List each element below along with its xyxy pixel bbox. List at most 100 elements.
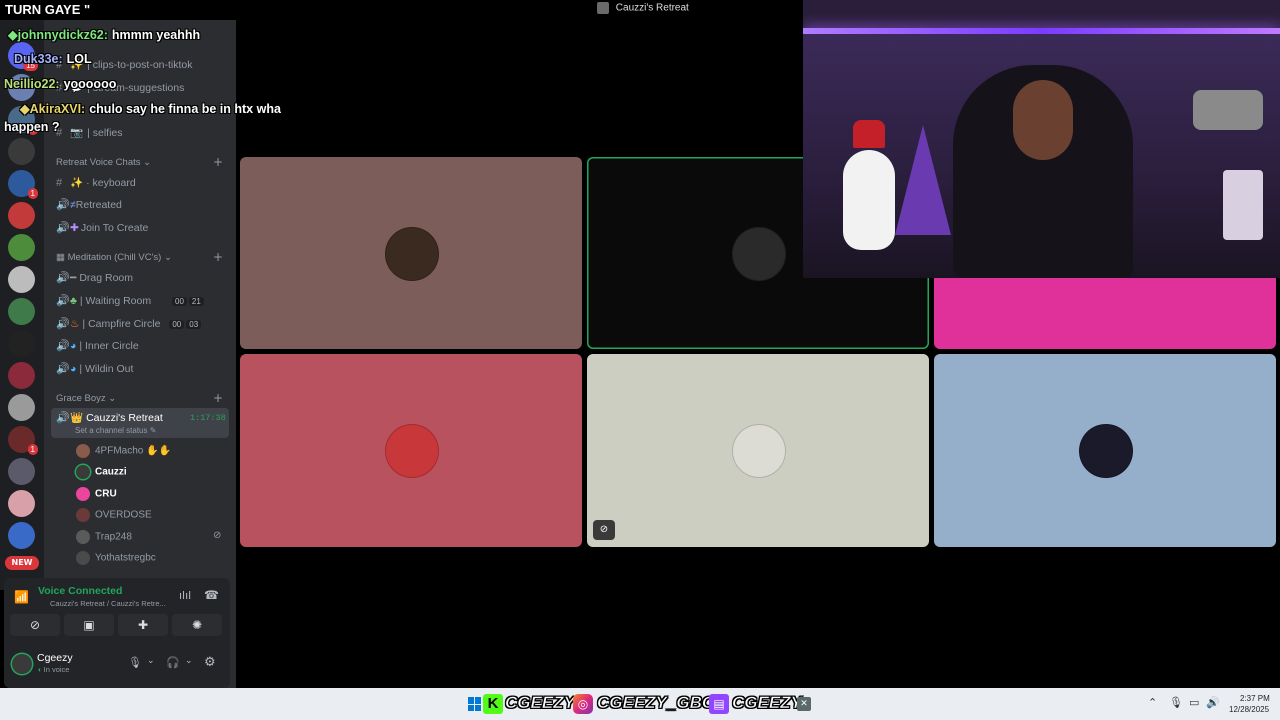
camera-button[interactable]: ⊘ bbox=[10, 614, 60, 636]
channel-status[interactable]: Set a channel status ✎ bbox=[75, 426, 156, 435]
server-icon[interactable] bbox=[8, 298, 35, 325]
channel-keyboard[interactable]: # ✨ · keyboard bbox=[56, 176, 136, 189]
new-badge[interactable]: NEW bbox=[5, 556, 39, 570]
channel-retreated[interactable]: 🔊≠Retreated bbox=[56, 198, 122, 211]
badge-icon: ◆ bbox=[20, 102, 30, 116]
snowman bbox=[843, 150, 895, 250]
participant-avatar bbox=[1079, 424, 1133, 478]
snowman-hat bbox=[853, 120, 885, 148]
server-icon[interactable] bbox=[8, 202, 35, 229]
chat-message: ◆AkiraXVI: chulo say he finna be in htx w… bbox=[20, 102, 281, 116]
chevron-down-icon[interactable]: ⌄ bbox=[185, 656, 193, 666]
category-meditation[interactable]: ▦ Meditation (Chill VC's) ⌄ bbox=[56, 252, 172, 263]
chat-message-continued: happen ? bbox=[4, 120, 60, 134]
server-icon[interactable] bbox=[8, 394, 35, 421]
avatar bbox=[76, 551, 90, 565]
channel-join-to-create[interactable]: 🔊✚ Join To Create bbox=[56, 221, 148, 234]
window-title-bar: Cauzzi's Retreat bbox=[597, 2, 689, 14]
channel-item[interactable]: # 📷 | selfies bbox=[56, 126, 123, 139]
disconnect-icon[interactable]: ☎ bbox=[204, 588, 219, 602]
server-icon[interactable] bbox=[8, 266, 35, 293]
server-icon bbox=[597, 2, 609, 14]
user-limit: 03 bbox=[186, 320, 202, 329]
crown-icon: 👑 bbox=[70, 412, 84, 424]
voice-member[interactable]: CRU bbox=[76, 487, 117, 501]
voice-member[interactable]: Cauzzi bbox=[76, 465, 127, 479]
muted-icon: ⊘ bbox=[593, 520, 615, 540]
microphone-icon[interactable]: 🎙 bbox=[128, 656, 142, 669]
headphones-icon[interactable]: 🎧 bbox=[166, 656, 180, 669]
twitch-handle: CGEEZY bbox=[732, 693, 803, 713]
user-status: ◖ In voice bbox=[37, 665, 70, 674]
voice-member[interactable]: Trap248 bbox=[76, 530, 132, 544]
add-channel-icon[interactable]: + bbox=[213, 391, 223, 405]
mention-badge: 1 bbox=[27, 188, 38, 199]
category-retreat[interactable]: Retreat Voice Chats ⌄ bbox=[56, 157, 151, 168]
server-icon[interactable] bbox=[8, 362, 35, 389]
speaker-icon: 🔊 bbox=[56, 295, 70, 307]
dash-icon: ━ bbox=[70, 272, 77, 284]
server-icon[interactable] bbox=[8, 490, 35, 517]
server-icon[interactable] bbox=[8, 138, 35, 165]
server-icon[interactable] bbox=[8, 330, 35, 357]
noise-suppression-icon[interactable]: ılıl bbox=[179, 589, 191, 602]
soundboard-button[interactable]: ✺ bbox=[172, 614, 222, 636]
server-icon[interactable] bbox=[8, 234, 35, 261]
voice-member[interactable]: 4PFMacho ✋✋ bbox=[76, 444, 171, 458]
screenshare-button[interactable]: ▣ bbox=[64, 614, 114, 636]
channel-wildin-out[interactable]: 🔊◕ | Wildin Out bbox=[56, 362, 133, 375]
speaker-icon: 🔊 bbox=[56, 340, 70, 352]
server-icon[interactable] bbox=[8, 458, 35, 485]
kick-icon: K bbox=[483, 694, 503, 714]
participant-tile[interactable] bbox=[934, 354, 1276, 547]
participant-avatar bbox=[385, 227, 439, 281]
server-icon[interactable] bbox=[8, 522, 35, 549]
microphone-arm bbox=[1193, 90, 1263, 130]
server-icon[interactable]: 1 bbox=[8, 426, 38, 455]
add-channel-icon[interactable]: + bbox=[213, 155, 223, 169]
voice-member[interactable]: OVERDOSE bbox=[76, 508, 152, 522]
person-icon: ♣ bbox=[70, 295, 77, 307]
channel-waiting-room[interactable]: 🔊♣ | Waiting Room 00 21 bbox=[56, 294, 204, 307]
activities-button[interactable]: ✚ bbox=[118, 614, 168, 636]
category-grace[interactable]: Grace Boyz ⌄ bbox=[56, 393, 116, 404]
participant-tile[interactable] bbox=[240, 354, 582, 547]
fire-icon: ♨ bbox=[70, 318, 80, 330]
add-channel-icon[interactable]: + bbox=[213, 250, 223, 264]
channel-inner-circle[interactable]: 🔊◕ | Inner Circle bbox=[56, 339, 139, 352]
settings-gear-icon[interactable]: ⚙ bbox=[204, 655, 216, 670]
voice-location[interactable]: Cauzzi's Retreat / Cauzzi's Retre... bbox=[50, 599, 166, 608]
speaker-icon: 🔊 bbox=[56, 272, 70, 284]
chat-message: Neillio22: yoooooo bbox=[4, 77, 117, 91]
active-channel-name: 🔊👑 Cauzzi's Retreat bbox=[56, 412, 163, 424]
christmas-tree bbox=[895, 125, 951, 235]
user-avatar[interactable] bbox=[12, 654, 32, 674]
chevron-down-icon: ⌄ bbox=[108, 393, 117, 404]
windows-start-icon[interactable] bbox=[468, 697, 482, 711]
voice-status[interactable]: Voice Connected bbox=[38, 585, 122, 597]
twitch-icon: ▤ bbox=[709, 694, 729, 714]
user-name: Cgeezy bbox=[37, 652, 73, 664]
network-icon[interactable]: ▭ bbox=[1189, 696, 1199, 709]
microphone-tray-icon[interactable]: 🎙 bbox=[1169, 696, 1183, 709]
participant-tile[interactable]: ⊘ bbox=[587, 354, 929, 547]
speaker-icon: 🔊 bbox=[56, 363, 70, 375]
server-icon[interactable]: 1 bbox=[8, 170, 38, 199]
wave-icon: ◕ bbox=[70, 340, 77, 352]
wave-icon: ◕ bbox=[70, 363, 77, 375]
app-icon[interactable]: ✕ bbox=[797, 697, 811, 711]
voice-member[interactable]: Yothatstregbc bbox=[76, 551, 156, 565]
user-limit: 21 bbox=[188, 297, 204, 306]
clock-date[interactable]: 12/28/2025 bbox=[1229, 705, 1269, 714]
channel-campfire-circle[interactable]: 🔊♨ | Campfire Circle 00 03 bbox=[56, 317, 202, 330]
signal-icon: 📶 bbox=[14, 590, 29, 604]
streamer-face bbox=[1013, 80, 1073, 160]
clock-time[interactable]: 2:37 PM bbox=[1240, 694, 1270, 703]
participant-tile[interactable] bbox=[240, 157, 582, 349]
chevron-down-icon[interactable]: ⌄ bbox=[147, 656, 155, 666]
chevron-up-icon[interactable]: ⌃ bbox=[1148, 696, 1157, 709]
chat-message: Duk33e: LOL bbox=[14, 52, 92, 66]
participant-avatar bbox=[385, 424, 439, 478]
channel-drag-room[interactable]: 🔊━ Drag Room bbox=[56, 271, 133, 284]
volume-icon[interactable]: 🔊 bbox=[1206, 696, 1220, 709]
